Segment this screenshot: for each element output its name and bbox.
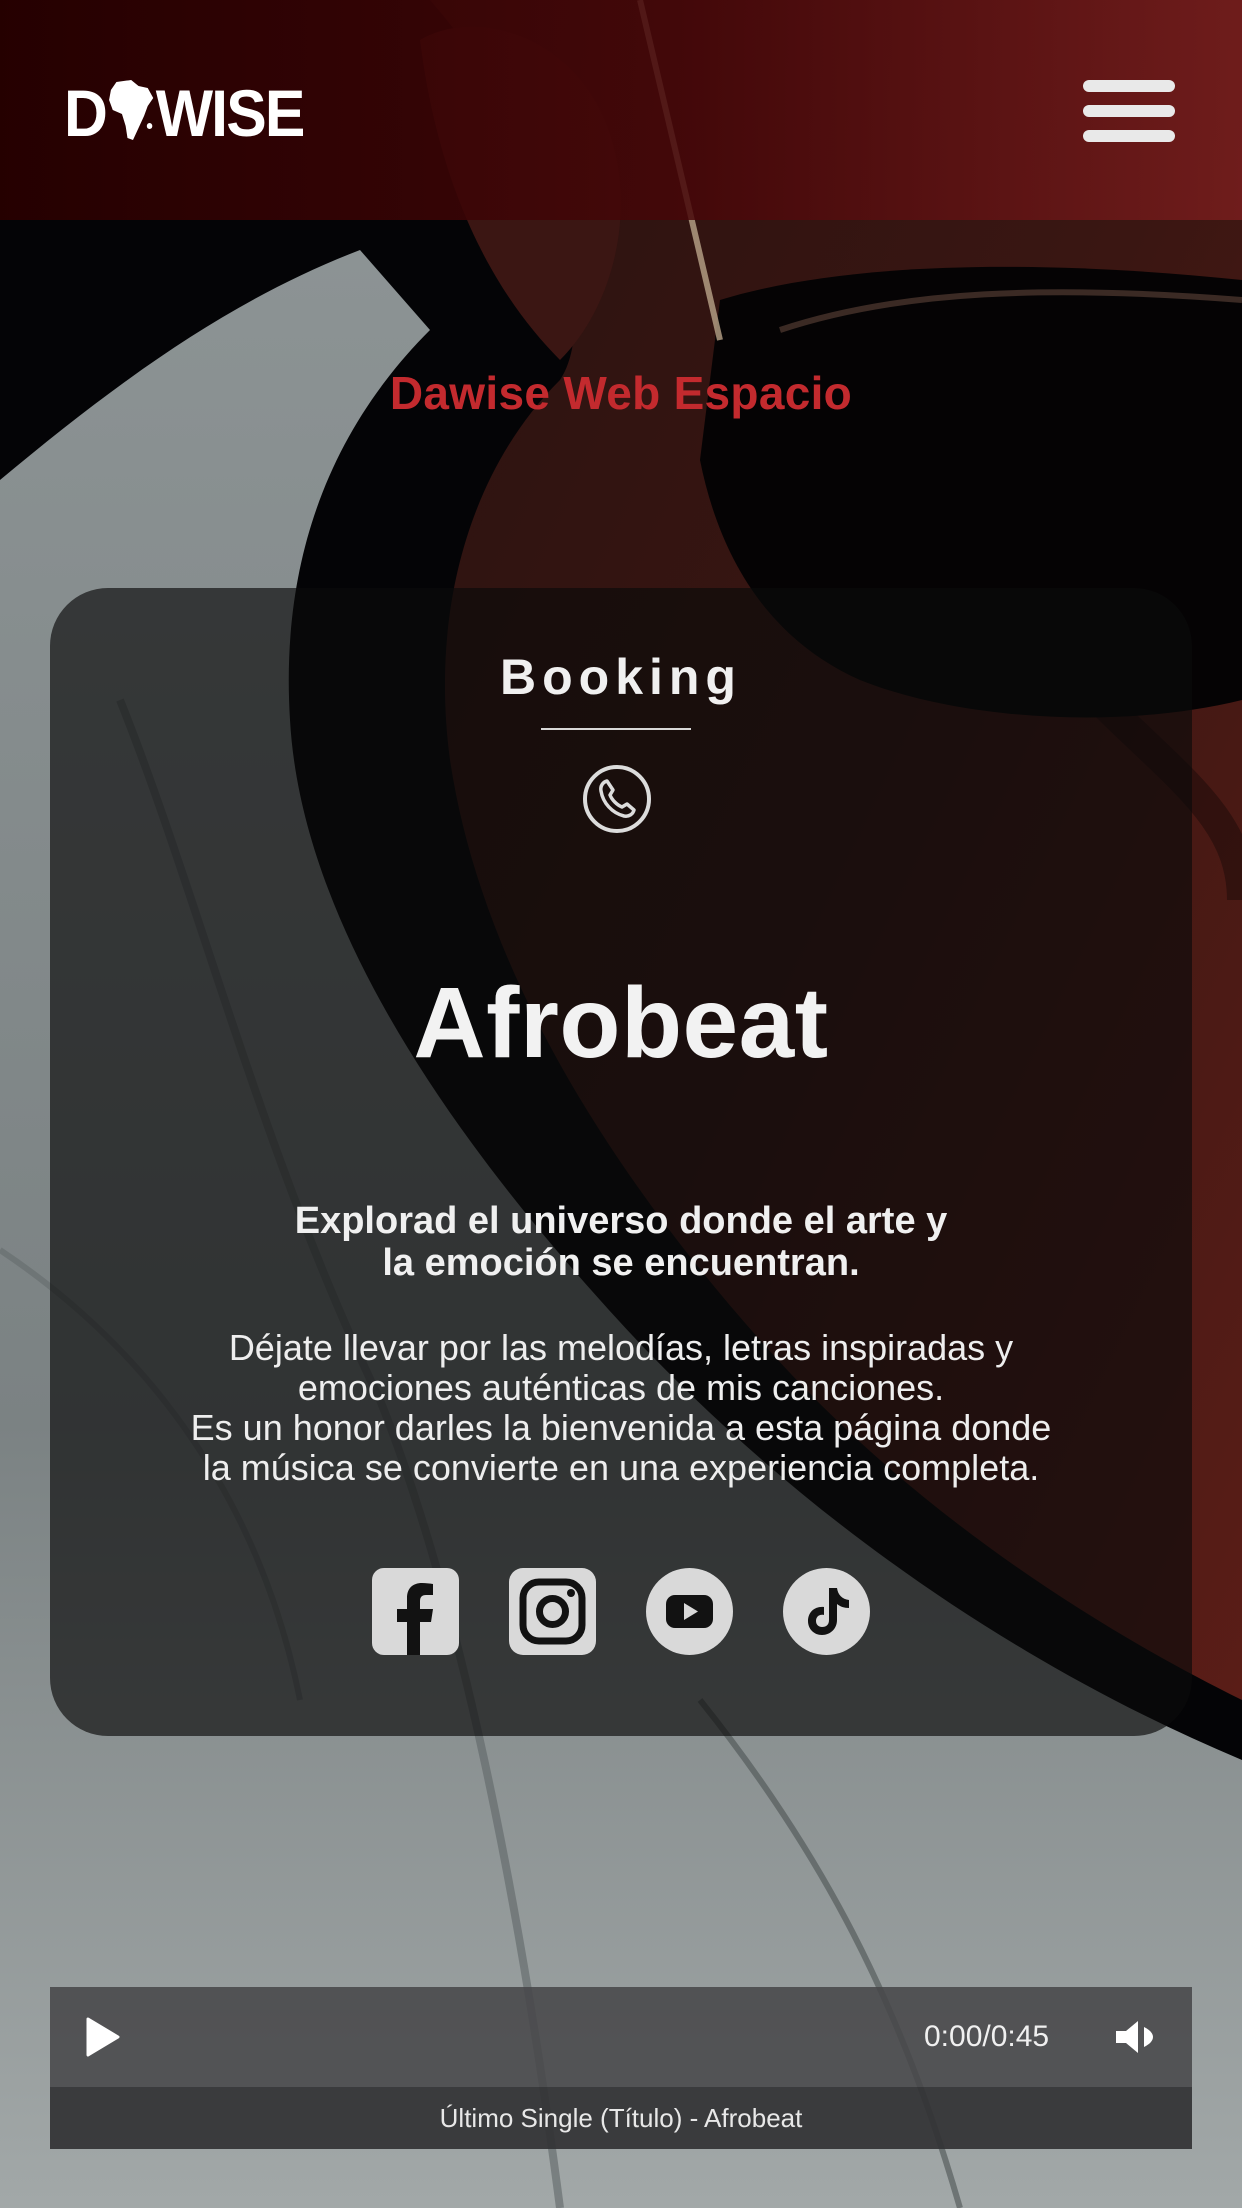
logo-text: D WISE (64, 76, 306, 150)
phone-icon[interactable] (581, 763, 653, 835)
menu-bar (1083, 105, 1175, 117)
logo-letters-wise: WISE (155, 76, 306, 150)
social-links (50, 1568, 1192, 1658)
intro-text: Déjate llevar por las melodías, letras i… (121, 1328, 1121, 1488)
player-controls: 0:00/0:45 (50, 1987, 1192, 2087)
intro-line: la música se convierte en una experienci… (202, 1447, 1040, 1488)
track-caption: Último Single (Título) - Afrobeat (439, 2103, 803, 2133)
tagline: Explorad el universo donde el arte y la … (171, 1200, 1071, 1284)
hamburger-menu-icon[interactable] (1083, 78, 1175, 144)
genre-heading: Afrobeat (413, 967, 829, 1079)
youtube-icon[interactable] (646, 1568, 733, 1655)
tiktok-icon[interactable] (783, 1568, 870, 1655)
africa-icon (107, 78, 155, 142)
intro-line: Es un honor darles la bienvenida a esta … (190, 1407, 1052, 1448)
facebook-icon[interactable] (372, 1568, 459, 1655)
instagram-icon[interactable] (509, 1568, 596, 1655)
logo-letter-d: D (64, 76, 108, 150)
intro-line: emociones auténticas de mis canciones. (297, 1367, 945, 1408)
site-logo[interactable]: D WISE (64, 72, 324, 152)
playback-time: 0:00/0:45 (924, 2020, 1050, 2053)
volume-icon[interactable] (1114, 2019, 1160, 2055)
intro-line: Déjate llevar por las melodías, letras i… (228, 1327, 1014, 1368)
play-icon[interactable] (84, 2017, 122, 2057)
tagline-line: Explorad el universo donde el arte y (294, 1200, 948, 1242)
track-caption-bar: Último Single (Título) - Afrobeat (50, 2087, 1192, 2149)
menu-bar (1083, 130, 1175, 142)
booking-underline (541, 728, 691, 730)
audio-player: 0:00/0:45 Último Single (Título) - Afrob… (50, 1987, 1192, 2149)
intro-card: Booking Afrobeat Explorad el universo do… (50, 588, 1192, 1736)
site-title: Dawise Web Espacio (389, 367, 853, 419)
site-header: D WISE (0, 0, 1242, 220)
tagline-line: la emoción se encuentran. (382, 1242, 860, 1284)
menu-bar (1083, 80, 1175, 92)
booking-link[interactable]: Booking (50, 648, 1192, 706)
